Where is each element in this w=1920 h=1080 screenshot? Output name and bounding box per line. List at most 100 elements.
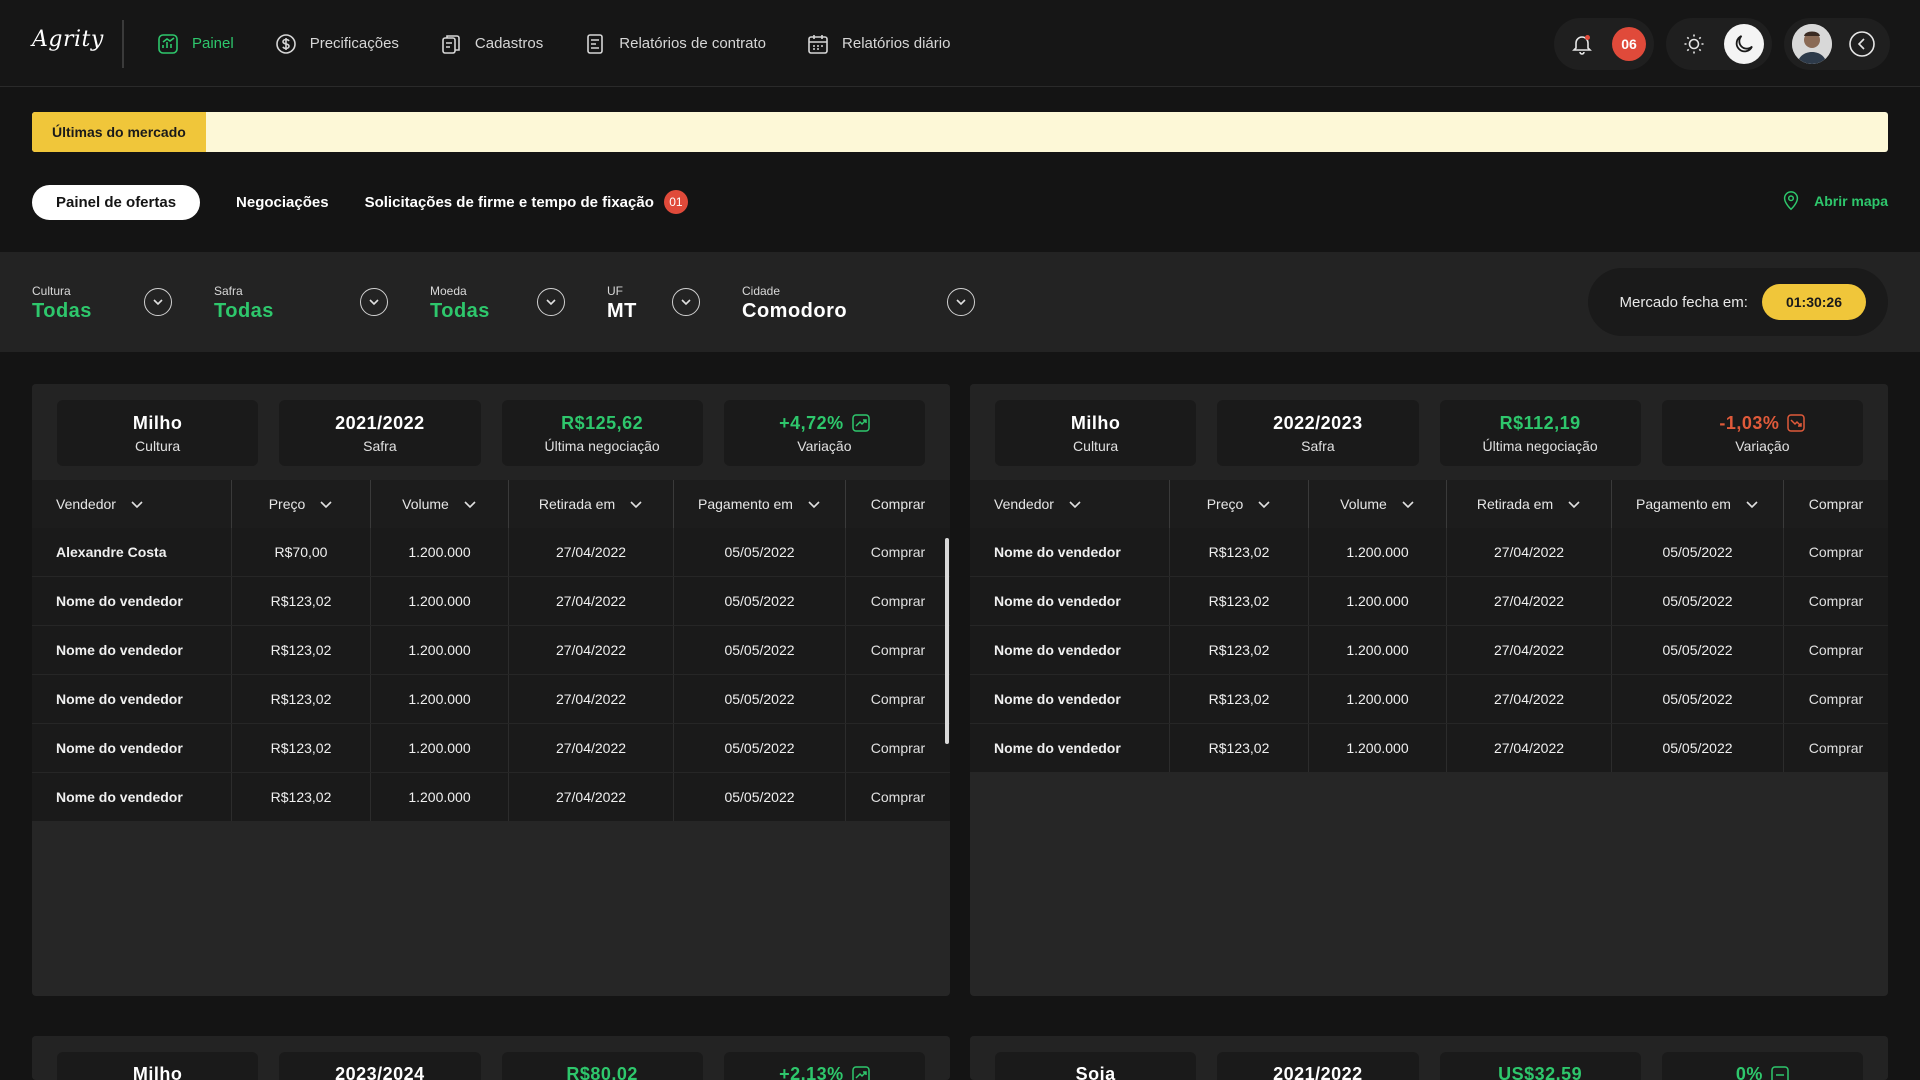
column-header-pagamento[interactable]: Pagamento em: [674, 480, 846, 528]
cell-retirada: 27/04/2022: [509, 675, 674, 723]
filter-label: UF: [607, 284, 623, 298]
column-header-volume[interactable]: Volume: [371, 480, 509, 528]
column-label: Comprar: [1808, 496, 1864, 512]
filter-uf-dropdown[interactable]: [672, 288, 700, 316]
buy-button[interactable]: Comprar: [846, 577, 950, 625]
filter-cultura-dropdown[interactable]: [144, 288, 172, 316]
nav-item-relatorios-contrato[interactable]: Relatórios de contrato: [583, 32, 766, 56]
chart-icon: [158, 33, 178, 54]
buy-button[interactable]: Comprar: [1784, 577, 1888, 625]
filter-cultura[interactable]: Cultura Todas: [32, 284, 92, 323]
filter-value: Todas: [214, 300, 274, 322]
summary-variation: +4,72% Variação: [723, 400, 925, 466]
table-scrollbar[interactable]: [945, 538, 949, 744]
chevron-down-icon: [808, 501, 820, 509]
column-label: Retirada em: [538, 496, 616, 512]
nav-item-precificacoes[interactable]: Precificações: [274, 32, 399, 56]
table-row: Nome do vendedor R$123,02 1.200.000 27/0…: [32, 724, 950, 773]
nav-item-cadastros[interactable]: Cadastros: [439, 32, 543, 56]
column-header-vendedor[interactable]: Vendedor: [970, 480, 1170, 528]
column-header-retirada[interactable]: Retirada em: [1447, 480, 1612, 528]
filter-safra[interactable]: Safra Todas: [214, 284, 274, 323]
buy-button[interactable]: Comprar: [1784, 724, 1888, 772]
buy-button[interactable]: Comprar: [846, 626, 950, 674]
column-label: Pagamento em: [1636, 496, 1731, 512]
buy-button[interactable]: Comprar: [1784, 675, 1888, 723]
column-header-vendedor[interactable]: Vendedor: [32, 480, 232, 528]
market-news-ticker: Últimas do mercado: [32, 112, 1888, 152]
summary-value: 2023/2024: [335, 1064, 425, 1080]
cell-volume: 1.200.000: [1309, 675, 1447, 723]
chevron-down-icon: [131, 501, 143, 509]
notification-bell-button[interactable]: [1562, 24, 1602, 64]
nav-item-painel[interactable]: Painel: [156, 32, 234, 56]
filter-uf[interactable]: UF MT: [607, 284, 637, 323]
tab-count-badge: 01: [663, 190, 688, 214]
cell-volume: 1.200.000: [371, 675, 509, 723]
tab-label: Solicitações de firme e tempo de fixação: [364, 193, 654, 211]
cell-preco: R$123,02: [232, 724, 371, 772]
table-row: Nome do vendedor R$123,02 1.200.000 27/0…: [970, 626, 1888, 675]
column-header-volume[interactable]: Volume: [1309, 480, 1447, 528]
cell-pagamento: 05/05/2022: [1612, 724, 1784, 772]
cell-vendedor: Nome do vendedor: [970, 528, 1170, 576]
cell-vendedor: Nome do vendedor: [970, 724, 1170, 772]
cell-retirada: 27/04/2022: [1447, 626, 1612, 674]
light-theme-button[interactable]: [1674, 24, 1714, 64]
cell-pagamento: 05/05/2022: [1612, 577, 1784, 625]
buy-button[interactable]: Comprar: [1784, 626, 1888, 674]
tab-painel-de-ofertas[interactable]: Painel de ofertas: [32, 184, 201, 220]
cell-preco: R$123,02: [1170, 577, 1309, 625]
summary-value: Milho: [132, 1064, 183, 1080]
dark-theme-button[interactable]: [1724, 23, 1764, 64]
profile-group: [1784, 17, 1890, 70]
buy-button[interactable]: Comprar: [846, 773, 950, 821]
filter-safra-dropdown[interactable]: [360, 288, 388, 316]
column-header-preco[interactable]: Preço: [232, 480, 371, 528]
collapse-button[interactable]: [1842, 24, 1882, 64]
cell-preco: R$123,02: [1170, 528, 1309, 576]
summary-value: +4,72%: [779, 413, 870, 434]
filter-label: Safra: [214, 284, 243, 298]
notification-count-badge[interactable]: 06: [1612, 26, 1646, 61]
tab-solicitacoes[interactable]: Solicitações de firme e tempo de fixação…: [365, 190, 688, 214]
chevron-down-icon: [681, 299, 691, 306]
buy-button[interactable]: Comprar: [1784, 528, 1888, 576]
filter-moeda[interactable]: Moeda Todas: [430, 284, 490, 323]
avatar[interactable]: [1792, 23, 1832, 64]
nav-item-relatorios-diario[interactable]: Relatórios diário: [806, 32, 950, 56]
app-logo[interactable]: Agrity: [32, 27, 104, 52]
open-map-link[interactable]: Abrir mapa: [1780, 190, 1888, 212]
cell-pagamento: 05/05/2022: [674, 528, 846, 576]
column-header-preco[interactable]: Preço: [1170, 480, 1309, 528]
filter-moeda-dropdown[interactable]: [537, 288, 565, 316]
table-row: Nome do vendedor R$123,02 1.200.000 27/0…: [970, 675, 1888, 724]
cell-pagamento: 05/05/2022: [674, 577, 846, 625]
summary-harvest: 2023/2024: [279, 1052, 481, 1080]
summary-value: 2021/2022: [335, 412, 425, 433]
dollar-icon: [275, 33, 296, 54]
tab-negociacoes[interactable]: Negociações: [236, 194, 329, 211]
cell-volume: 1.200.000: [371, 626, 509, 674]
bell-icon: [1572, 34, 1592, 55]
column-header-pagamento[interactable]: Pagamento em: [1612, 480, 1784, 528]
filter-value: Comodoro: [742, 300, 848, 322]
summary-label: Última negociação: [1482, 437, 1598, 454]
table-header: Vendedor Preço Volume Retirada em Pagame…: [970, 480, 1888, 528]
variation-value: -1,03%: [1719, 412, 1780, 433]
cell-retirada: 27/04/2022: [1447, 675, 1612, 723]
column-label: Volume: [1340, 496, 1387, 512]
cell-volume: 1.200.000: [371, 724, 509, 772]
offer-summary: Soja 2021/2022 US$32,59 0%: [970, 1036, 1888, 1080]
column-header-retirada[interactable]: Retirada em: [509, 480, 674, 528]
filter-cidade-dropdown[interactable]: [947, 288, 975, 316]
buy-button[interactable]: Comprar: [846, 675, 950, 723]
trend-up-icon: [851, 414, 870, 432]
offer-tabs: Painel de ofertas Negociações Solicitaçõ…: [32, 184, 688, 220]
chevron-down-icon: [1746, 501, 1758, 509]
sun-icon: [1684, 34, 1704, 53]
table-row: Nome do vendedor R$123,02 1.200.000 27/0…: [970, 528, 1888, 577]
buy-button[interactable]: Comprar: [846, 528, 950, 576]
filter-cidade[interactable]: Cidade Comodoro: [742, 284, 847, 323]
buy-button[interactable]: Comprar: [846, 724, 950, 772]
